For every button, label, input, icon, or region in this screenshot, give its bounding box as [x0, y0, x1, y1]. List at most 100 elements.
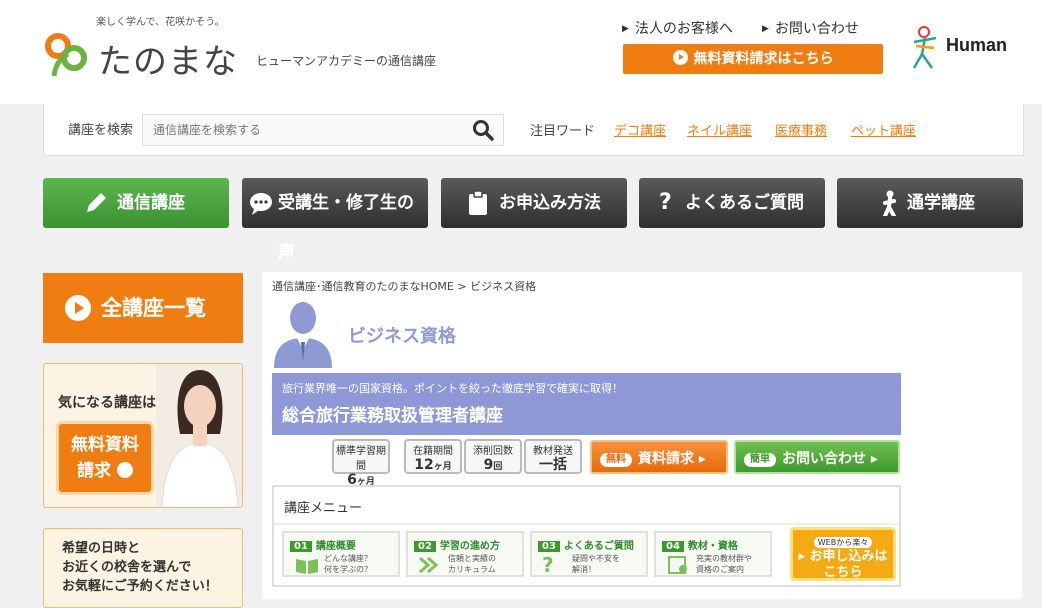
divider [274, 523, 899, 525]
category-title: ビジネス資格 [348, 326, 456, 347]
campus-reservation-banner[interactable]: 希望の日時と お近くの校舎を選んで お気軽にご予約ください！ [43, 528, 243, 608]
menu-item-number: 01 [290, 541, 312, 552]
free-pill: 無料 [600, 453, 632, 467]
course-header: 旅行業界唯一の国家資格。ポイントを絞った徹底学習で確実に取得！ 総合旅行業務取扱… [272, 373, 901, 435]
question-icon: ? [659, 190, 672, 215]
menu-item-desc: どんな講座？ 何を学ぶの？ [324, 553, 372, 575]
menu-item-faq[interactable]: 03 よくあるご質問 ? 疑問や不安を 解消！ [530, 531, 648, 577]
banner-text: 希望の日時と お近くの校舎を選んで お気軽にご予約ください！ [62, 539, 218, 596]
pencil-icon [87, 193, 106, 212]
nav-label: よくあるご質問 [685, 193, 804, 213]
stat-unit: ヶ月 [433, 462, 452, 472]
nav-label: 受講生・修了生の声 [278, 193, 414, 263]
menu-item-header: 01 講座概要 [290, 537, 356, 552]
course-menu: 講座メニュー 01 講座概要 どんな講座？ 何を学ぶの？ 02 学習の進め方 信頼と実… [272, 485, 901, 587]
nav-correspondence[interactable]: 通信講座 [43, 178, 229, 228]
easy-pill: 簡単 [744, 453, 776, 467]
search-label: 講座を検索 [68, 123, 134, 138]
search-input[interactable] [142, 114, 504, 146]
speech-bubble-icon [250, 193, 272, 215]
menu-item-title: 講座概要 [315, 541, 356, 552]
request-materials-button[interactable]: 無料 資料請求 ▸ [590, 440, 728, 474]
all-courses-label: 全講座一覧 [101, 296, 206, 320]
stat-number: 12 [414, 457, 434, 473]
clipboard-icon [469, 190, 487, 215]
stat-value: 一括 [526, 457, 580, 475]
menu-item-header: 03 よくあるご質問 [538, 537, 634, 552]
stat-shipping: 教材発送 一括 [524, 439, 582, 474]
play-icon [116, 462, 133, 478]
question-icon: ? [542, 553, 554, 577]
triangle-icon: ▶ [762, 24, 769, 34]
web-apply-button[interactable]: WEBから楽々 ▸ お申し込みは こちら [790, 527, 896, 581]
human-brand-text: Human [946, 35, 1008, 55]
corporate-link[interactable]: ▶ 法人のお客様へ [622, 18, 733, 38]
desc-line: カリキュラム [448, 565, 496, 574]
nav-label: 通信講座 [117, 193, 185, 213]
desc-line: 充実の教材群や [696, 554, 752, 563]
businessman-icon [274, 302, 332, 368]
desc-line: どんな講座？ [324, 554, 372, 563]
logo-subtitle: ヒューマンアカデミーの通信講座 [256, 54, 437, 68]
desc-line: 疑問や不安を [572, 554, 620, 563]
menu-item-number: 04 [662, 541, 684, 552]
stat-number: 9 [483, 457, 494, 473]
stat-corrections: 添削回数 9回 [464, 439, 522, 474]
menu-item-overview[interactable]: 01 講座概要 どんな講座？ 何を学ぶの？ [282, 531, 400, 577]
main-content: 通信講座･通信教育のたのまなHOME > ビジネス資格 ビジネス資格 旅行業界唯… [262, 272, 1022, 599]
request-label: 資料請求 ▸ [638, 451, 706, 467]
banner-line: お近くの校舎を選んで [62, 560, 192, 575]
stat-value: 9回 [466, 457, 520, 475]
nav-voices[interactable]: 受講生・修了生の声 [242, 178, 428, 263]
site-header: 楽しく学んで、花咲かそう。 たのまな ヒューマンアカデミーの通信講座 ▶ 法人のお… [0, 0, 1042, 104]
apply-line: ▸ お申し込みは [798, 549, 888, 564]
course-catchphrase: 旅行業界唯一の国家資格。ポイントを絞った徹底学習で確実に取得！ [282, 382, 623, 395]
desc-line: 信頼と実績の [448, 554, 496, 563]
play-icon [672, 50, 688, 65]
course-title: 総合旅行業務取扱管理者講座 [282, 406, 503, 426]
stat-label: 教材発送 [533, 446, 573, 457]
flower-logo-icon[interactable] [44, 32, 92, 76]
search-icon[interactable] [472, 119, 494, 141]
contact-link-label: お問い合わせ [774, 21, 859, 37]
menu-item-title: 教材・資格 [687, 541, 738, 552]
all-courses-button[interactable]: 全講座一覧 [43, 273, 243, 343]
play-icon [65, 295, 91, 321]
triangle-icon: ▶ [622, 24, 629, 34]
menu-item-header: 02 学習の進め方 [414, 537, 500, 552]
stat-label: 添削回数 [473, 446, 513, 457]
menu-item-title: 学習の進め方 [439, 541, 500, 552]
nav-faq[interactable]: ? よくあるご質問 [639, 178, 825, 228]
free-request-banner[interactable]: 気になる講座は 無料資料 請求 [43, 363, 243, 508]
banner-button-line-text: 請求 [77, 461, 112, 481]
keyword-link[interactable]: 医療事務 [775, 120, 827, 139]
menu-item-header: 04 教材・資格 [662, 537, 738, 552]
nav-label: 通学講座 [907, 193, 975, 213]
menu-item-materials[interactable]: 04 教材・資格 充実の教材群や 資格のご案内 [654, 531, 772, 577]
stat-number: 一括 [539, 457, 567, 473]
menu-item-desc: 信頼と実績の カリキュラム [448, 553, 496, 575]
keyword-link[interactable]: ネイル講座 [687, 120, 752, 139]
menu-item-study-method[interactable]: 02 学習の進め方 信頼と実績の カリキュラム [406, 531, 524, 577]
banner-button-line: 請求 [59, 458, 151, 484]
contact-link[interactable]: ▶ お問い合わせ [762, 18, 859, 38]
book-icon [296, 559, 318, 574]
site-logo[interactable]: たのまな [98, 34, 238, 83]
chevrons-right-icon [419, 556, 439, 574]
contact-button[interactable]: 簡単 お問い合わせ ▸ [734, 440, 900, 474]
desc-line: 何を学ぶの？ [324, 565, 372, 574]
breadcrumb[interactable]: 通信講座･通信教育のたのまなHOME > ビジネス資格 [272, 278, 536, 294]
stat-study-period: 標準学習期間 6ヶ月 [332, 439, 390, 488]
stat-enrollment-period: 在籍期間 12ヶ月 [404, 439, 462, 474]
menu-title: 講座メニュー [284, 501, 363, 516]
search-bar: 講座を検索 注目ワード デコ講座 ネイル講座 医療事務 ペット講座 [43, 104, 1024, 156]
keyword-link[interactable]: デコ講座 [614, 120, 666, 139]
nav-school[interactable]: 通学講座 [837, 178, 1023, 228]
apply-line: こちら [823, 565, 863, 580]
free-request-button[interactable]: 無料資料請求はこちら [623, 44, 883, 74]
keyword-link[interactable]: ペット講座 [851, 120, 916, 139]
nav-application[interactable]: お申込み方法 [441, 178, 627, 228]
banner-request-button[interactable]: 無料資料 請求 [56, 421, 154, 495]
keywords-label: 注目ワード [530, 124, 596, 139]
banner-title: 気になる講座は [58, 395, 156, 411]
